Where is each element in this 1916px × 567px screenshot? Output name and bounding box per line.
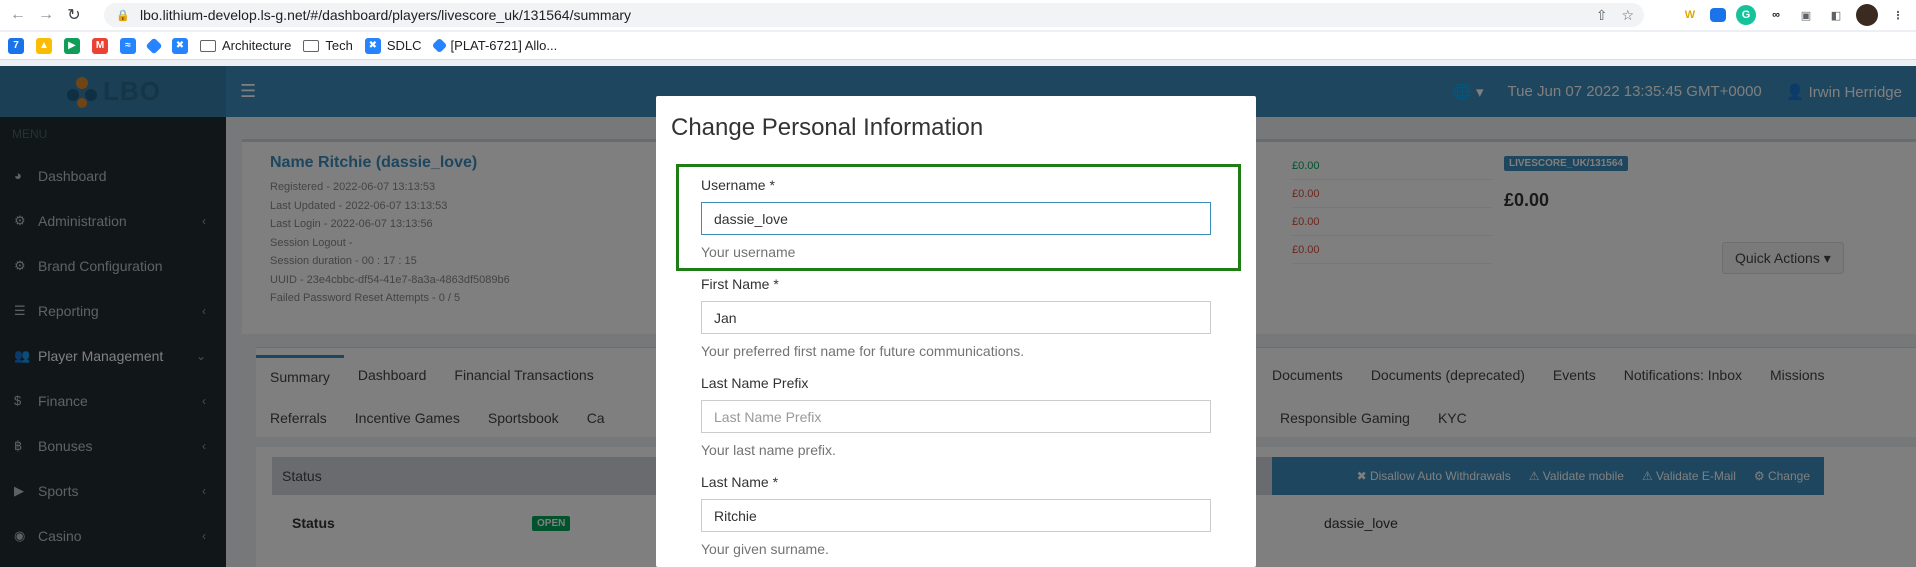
profile-avatar[interactable] bbox=[1856, 4, 1878, 26]
modal-title: Change Personal Information bbox=[671, 114, 984, 141]
gmail-icon[interactable]: M bbox=[92, 37, 108, 54]
diamond-icon bbox=[431, 37, 447, 54]
username-help: Your username bbox=[701, 244, 796, 260]
reload-icon[interactable]: ↻ bbox=[60, 1, 88, 29]
bookmark-architecture[interactable]: Architecture bbox=[200, 38, 291, 53]
folder-icon bbox=[303, 39, 320, 52]
first-name-label: First Name * bbox=[701, 276, 779, 292]
last-name-prefix-label: Last Name Prefix bbox=[701, 375, 809, 391]
diamond-icon[interactable] bbox=[145, 37, 163, 54]
lock-icon: 🔒 bbox=[116, 9, 130, 22]
last-name-input[interactable] bbox=[701, 499, 1211, 532]
back-icon[interactable]: ← bbox=[4, 1, 32, 29]
first-name-help: Your preferred first name for future com… bbox=[701, 343, 1025, 359]
star-icon[interactable]: ☆ bbox=[1621, 7, 1634, 24]
folder-icon bbox=[200, 39, 216, 52]
last-name-label: Last Name * bbox=[701, 474, 779, 490]
browser-toolbar: ← → ↻ 🔒 lbo.lithium-develop.ls-g.net/#/d… bbox=[0, 0, 1916, 30]
drive-icon[interactable]: ▲ bbox=[36, 37, 52, 54]
extension-w-icon[interactable]: W bbox=[1680, 5, 1700, 25]
bookmarks-bar: 7 ▲ ▶ M ≈ ✖ Architecture Tech ✖ SDLC [PLA… bbox=[0, 32, 1916, 60]
bookmark-sdlc[interactable]: ✖ SDLC bbox=[364, 37, 422, 54]
sync-extension-icon[interactable]: ∞ bbox=[1766, 5, 1786, 25]
bookmark-tech[interactable]: Tech bbox=[303, 38, 353, 53]
last-name-field-group: Last Name * Your given surname. bbox=[701, 474, 1211, 557]
first-name-input[interactable] bbox=[701, 301, 1211, 334]
last-name-prefix-field-group: Last Name Prefix Your last name prefix. bbox=[701, 375, 1211, 458]
url-text[interactable]: lbo.lithium-develop.ls-g.net/#/dashboard… bbox=[140, 7, 631, 23]
puzzle-icon[interactable]: ▣ bbox=[1796, 5, 1816, 25]
grammarly-icon[interactable]: G bbox=[1736, 5, 1756, 25]
forward-icon[interactable]: → bbox=[32, 1, 60, 29]
first-name-field-group: First Name * Your preferred first name f… bbox=[701, 276, 1211, 359]
username-label: Username * bbox=[701, 177, 775, 193]
address-bar[interactable]: 🔒 lbo.lithium-develop.ls-g.net/#/dashboa… bbox=[104, 3, 1644, 27]
last-name-prefix-help: Your last name prefix. bbox=[701, 442, 836, 458]
calendar-icon[interactable]: 7 bbox=[8, 37, 24, 54]
share-icon[interactable]: ⇧ bbox=[1596, 7, 1608, 24]
username-field-group: Username * Your username bbox=[701, 177, 1211, 260]
sidepanel-icon[interactable]: ◧ bbox=[1826, 5, 1846, 25]
username-input[interactable] bbox=[701, 202, 1211, 235]
confluence-icon: ✖ bbox=[364, 37, 381, 54]
last-name-help: Your given surname. bbox=[701, 541, 829, 557]
menu-dots-icon[interactable]: ⋮ bbox=[1888, 5, 1908, 25]
jira-icon[interactable]: ≈ bbox=[120, 37, 136, 54]
last-name-prefix-input[interactable] bbox=[701, 400, 1211, 433]
confluence-icon[interactable]: ✖ bbox=[172, 37, 188, 54]
bookmark-plat[interactable]: [PLAT-6721] Allo... bbox=[431, 37, 557, 54]
extension-screen-icon[interactable] bbox=[1710, 8, 1726, 22]
meet-icon[interactable]: ▶ bbox=[64, 37, 80, 54]
change-personal-info-modal: Change Personal Information Username * Y… bbox=[656, 96, 1256, 567]
